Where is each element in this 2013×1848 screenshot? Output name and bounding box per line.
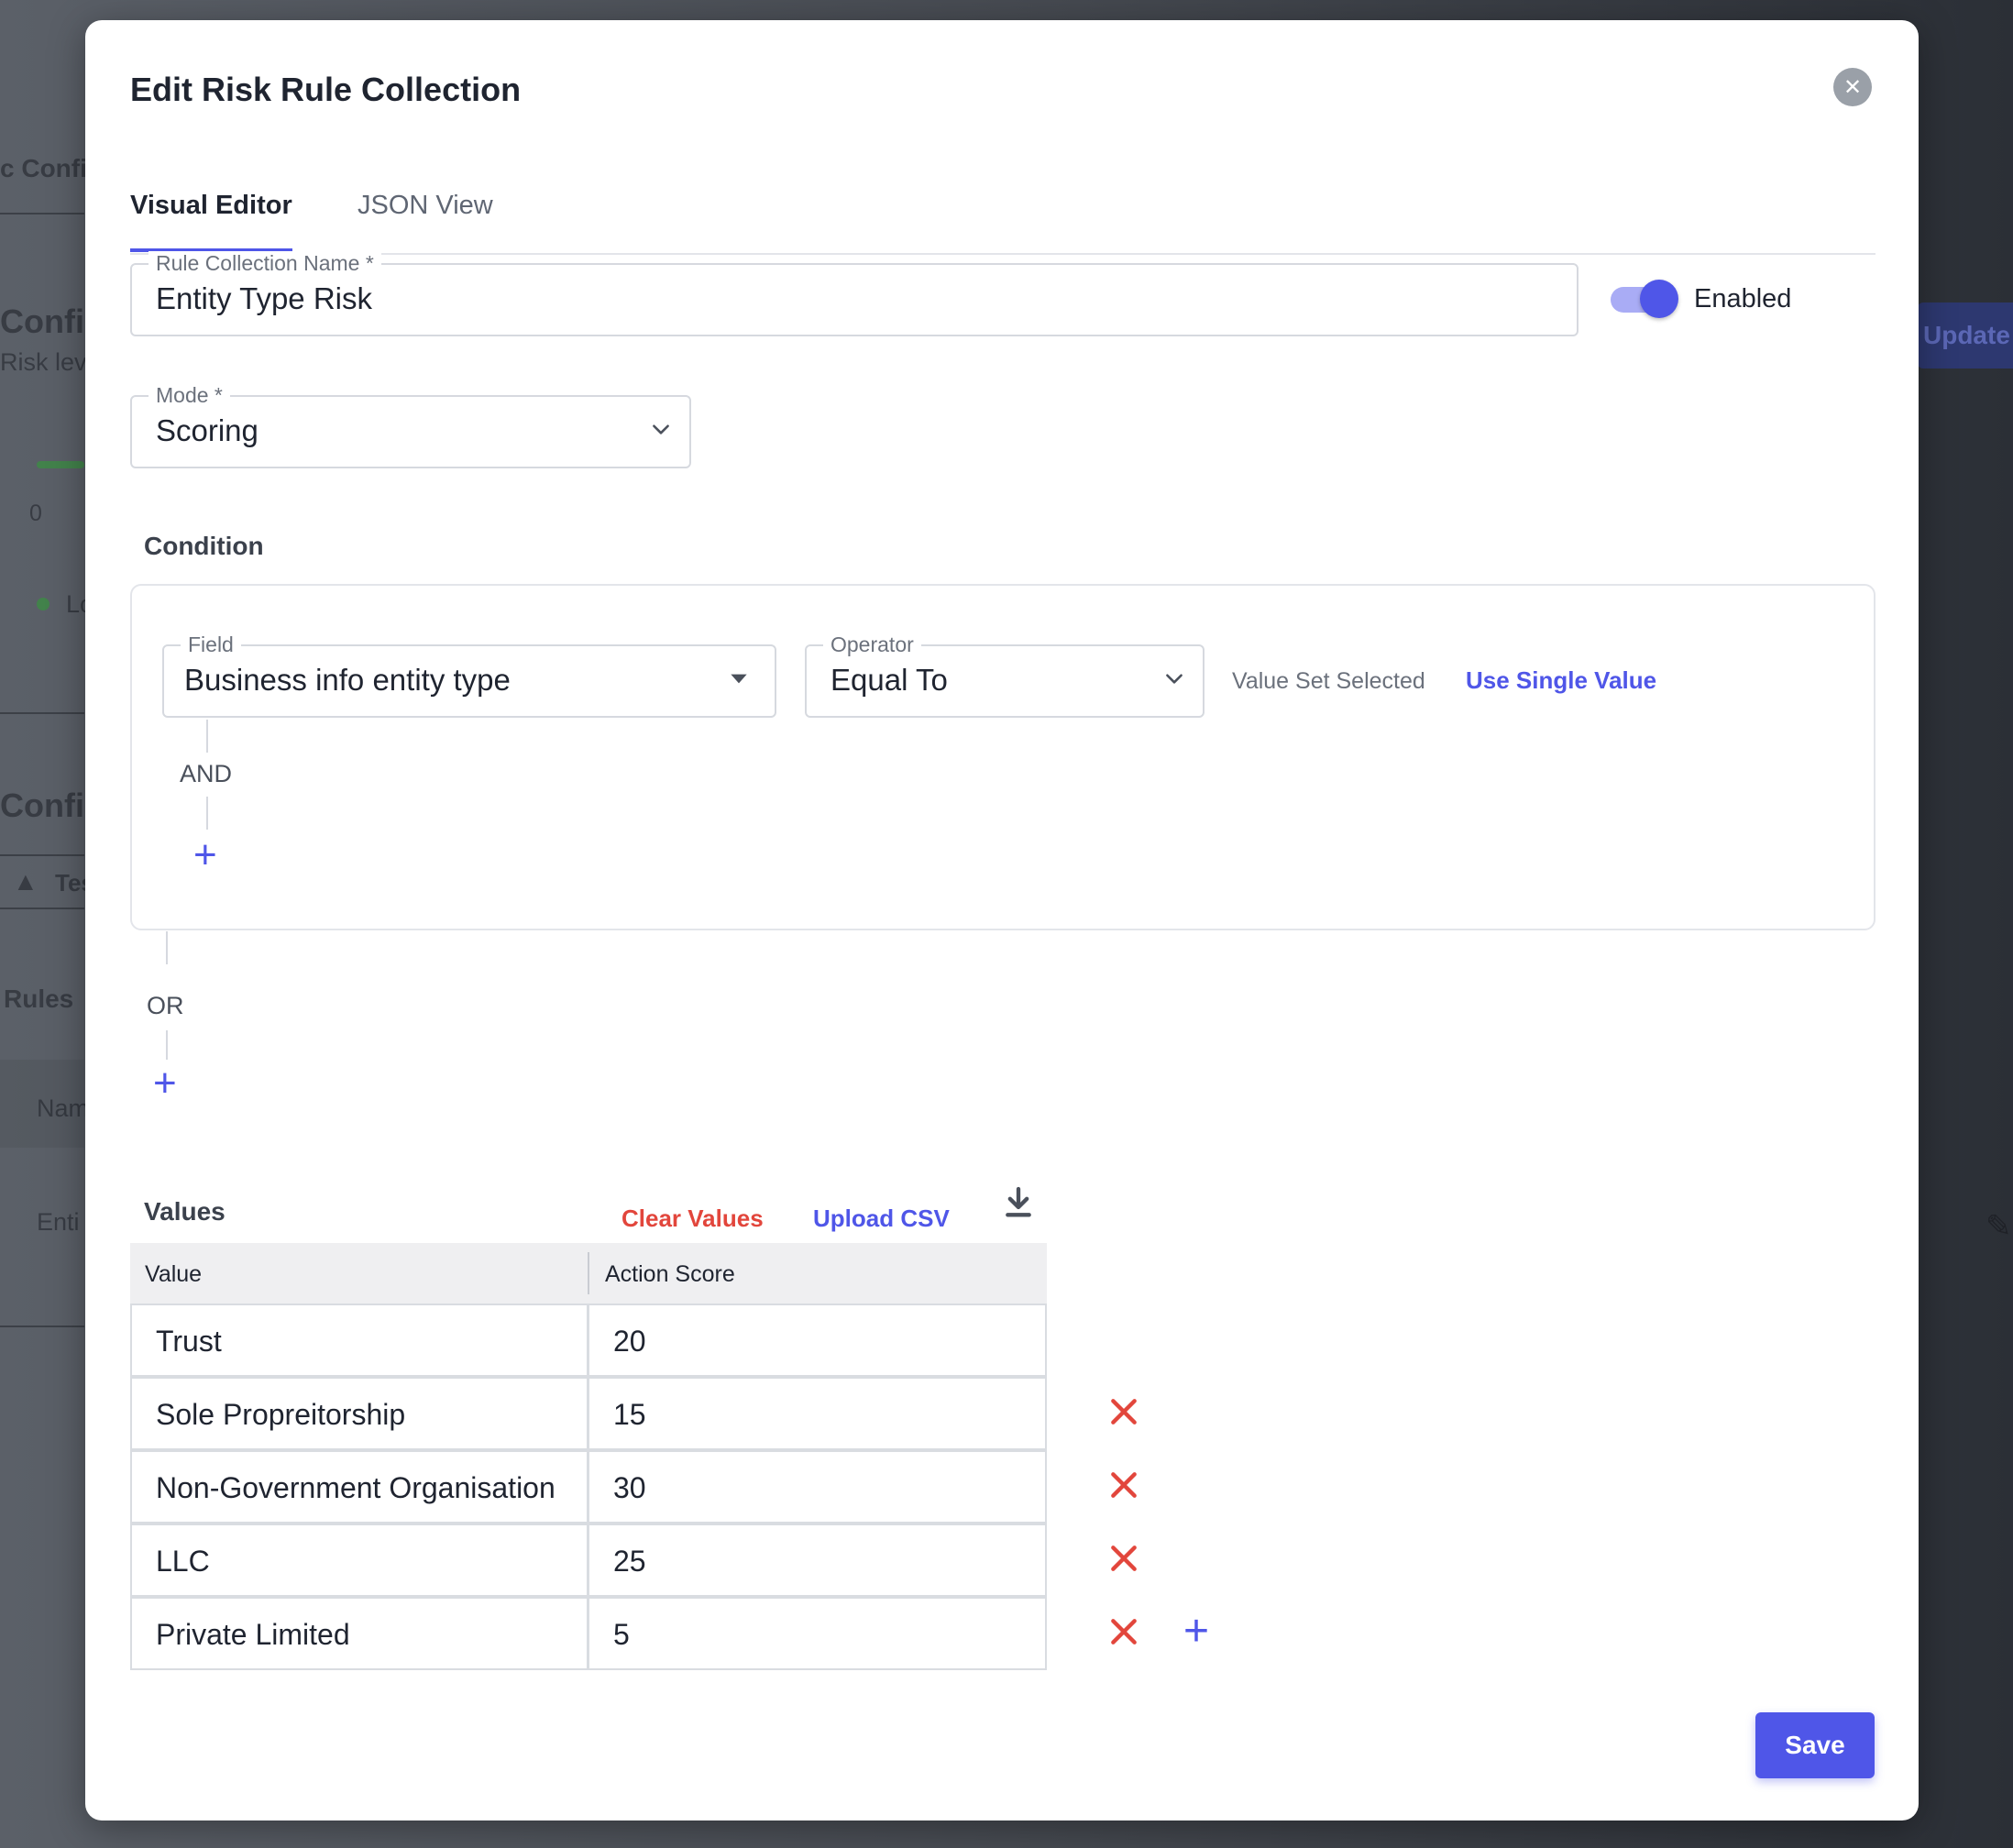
chevron-down-icon	[653, 424, 669, 434]
score-input[interactable]: 20	[588, 1304, 1047, 1377]
column-header-value: Value	[145, 1261, 203, 1287]
bg-divider	[0, 854, 84, 856]
rule-collection-name-label: Rule Collection Name *	[148, 251, 381, 275]
or-connector-line	[166, 931, 168, 964]
operator-label: Operator	[823, 632, 921, 656]
close-icon: ✕	[1842, 74, 1863, 100]
bg-text: Rules	[4, 984, 74, 1013]
bg-divider	[0, 213, 84, 214]
score-text: 20	[613, 1325, 646, 1358]
bg-text: 0	[29, 500, 42, 526]
table-row: Sole Propreitorship 15	[130, 1377, 1137, 1450]
column-header-action-score: Action Score	[605, 1261, 735, 1287]
and-connector-line	[206, 797, 208, 830]
chevron-down-icon	[1166, 674, 1182, 684]
and-connector-line	[206, 720, 208, 753]
bg-edit-pencil-icon: ✎	[1986, 1209, 2012, 1244]
operator-value: Equal To	[830, 663, 948, 697]
value-text: Private Limited	[156, 1618, 350, 1651]
operator-select[interactable]: Operator Equal To	[805, 632, 1204, 718]
value-text: Sole Propreitorship	[156, 1398, 406, 1431]
or-label: OR	[147, 992, 184, 1019]
score-text: 30	[613, 1471, 646, 1504]
value-input[interactable]: Private Limited	[130, 1597, 588, 1670]
delete-row-icon[interactable]	[1106, 1393, 1142, 1430]
bg-text: Enti	[37, 1208, 80, 1236]
delete-row-icon[interactable]	[1106, 1467, 1142, 1503]
score-input[interactable]: 25	[588, 1524, 1047, 1597]
score-text: 25	[613, 1545, 646, 1578]
field-value: Business info entity type	[184, 663, 511, 697]
add-or-condition-button[interactable]: +	[153, 1063, 177, 1104]
enabled-label: Enabled	[1694, 284, 1792, 314]
plus-icon: +	[193, 832, 217, 877]
caret-down-icon	[731, 674, 747, 684]
modal-title: Edit Risk Rule Collection	[130, 71, 522, 108]
score-input[interactable]: 5	[588, 1597, 1047, 1670]
value-text: Non-Government Organisation	[156, 1471, 556, 1504]
use-single-value-link[interactable]: Use Single Value	[1466, 666, 1656, 695]
close-button[interactable]: ✕	[1833, 68, 1872, 106]
table-row: Non-Government Organisation 30	[130, 1450, 1137, 1524]
value-text: Trust	[156, 1325, 222, 1358]
tab-visual-editor[interactable]: Visual Editor	[130, 191, 292, 252]
add-and-condition-button[interactable]: +	[193, 835, 217, 875]
editor-tabs: Visual Editor JSON View	[130, 167, 1876, 255]
delete-row-icon[interactable]	[1106, 1613, 1142, 1650]
score-text: 15	[613, 1398, 646, 1431]
edit-rule-collection-modal: Edit Risk Rule Collection ✕ Visual Edito…	[85, 20, 1919, 1820]
values-label: Values	[144, 1197, 226, 1226]
plus-icon: +	[1183, 1607, 1210, 1656]
bg-text: c Confi	[0, 154, 87, 182]
mode-select[interactable]: Mode * Scoring	[130, 383, 691, 468]
value-input[interactable]: Sole Propreitorship	[130, 1377, 588, 1450]
value-text: LLC	[156, 1545, 210, 1578]
bg-text: Risk lev	[0, 348, 87, 376]
score-input[interactable]: 30	[588, 1450, 1047, 1524]
bg-flask-icon: ▲	[13, 867, 38, 896]
clear-values-button[interactable]: Clear Values	[622, 1204, 764, 1233]
condition-group-box: Field Business info entity type Operator…	[130, 584, 1876, 930]
value-input[interactable]: LLC	[130, 1524, 588, 1597]
table-row: Trust 20	[130, 1304, 1047, 1377]
mode-label: Mode *	[148, 383, 230, 407]
or-connector-line	[166, 1030, 168, 1060]
rule-collection-name-value: Entity Type Risk	[156, 281, 372, 315]
tab-json-view[interactable]: JSON View	[358, 191, 493, 248]
add-row-button[interactable]: +	[1183, 1610, 1209, 1654]
table-row: Private Limited 5 +	[130, 1597, 1209, 1670]
upload-csv-button[interactable]: Upload CSV	[813, 1204, 950, 1233]
enabled-toggle[interactable]	[1609, 280, 1678, 320]
score-input[interactable]: 15	[588, 1377, 1047, 1450]
bg-divider	[0, 712, 84, 714]
table-row: LLC 25	[130, 1524, 1137, 1597]
and-label: AND	[180, 760, 233, 787]
delete-row-icon[interactable]	[1106, 1540, 1142, 1577]
score-text: 5	[613, 1618, 630, 1651]
bg-text: Nam	[37, 1094, 90, 1122]
field-select[interactable]: Field Business info entity type	[162, 632, 776, 718]
rule-collection-name-field[interactable]: Rule Collection Name * Entity Type Risk	[130, 251, 1578, 336]
mode-value: Scoring	[156, 413, 258, 447]
bg-update-button: Update	[1918, 302, 2013, 368]
bg-divider	[0, 908, 84, 909]
value-set-selected-hint: Value Set Selected	[1232, 668, 1425, 694]
value-input[interactable]: Non-Government Organisation	[130, 1450, 588, 1524]
toggle-knob	[1640, 280, 1678, 318]
plus-icon: +	[153, 1061, 177, 1106]
bg-progress-bar	[37, 461, 84, 468]
values-table: Value Action Score Trust 20 Sole Proprei…	[130, 1243, 1209, 1670]
table-header: Value Action Score	[130, 1243, 1047, 1304]
bg-legend-dot	[37, 598, 50, 610]
save-button[interactable]: Save	[1755, 1712, 1875, 1778]
field-label: Field	[181, 632, 241, 656]
condition-label: Condition	[144, 532, 264, 560]
value-input[interactable]: Trust	[130, 1304, 588, 1377]
column-separator	[588, 1252, 589, 1294]
download-icon[interactable]	[1000, 1184, 1037, 1221]
bg-divider	[0, 1326, 84, 1327]
